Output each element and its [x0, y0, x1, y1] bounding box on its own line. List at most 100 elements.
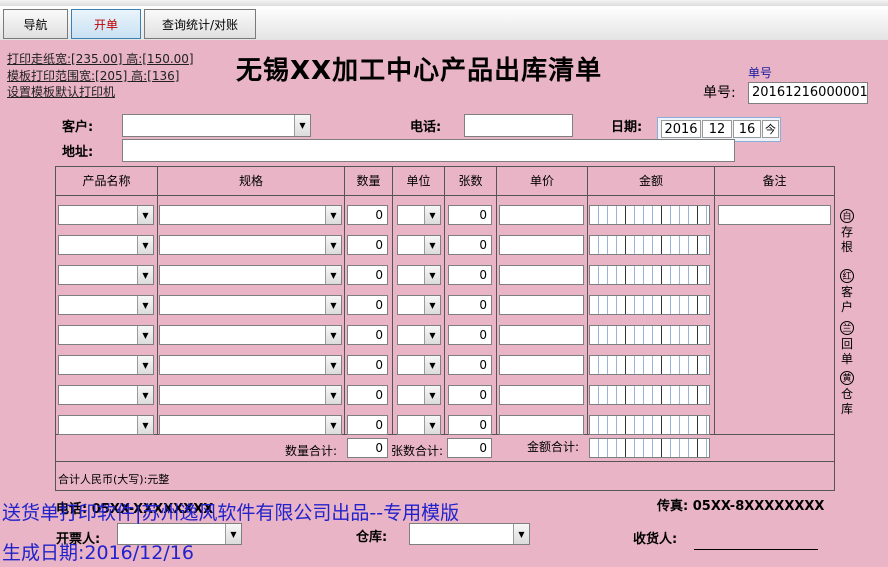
address-field[interactable] — [122, 139, 735, 162]
tab-navigation[interactable]: 导航 — [3, 9, 68, 39]
sheets-field[interactable]: 0 — [448, 265, 492, 285]
chevron-down-icon[interactable]: ▼ — [325, 416, 341, 434]
product-name-select[interactable]: ▼ — [58, 295, 154, 315]
chevron-down-icon[interactable]: ▼ — [325, 296, 341, 314]
phone-field[interactable] — [464, 114, 573, 137]
amount-field[interactable] — [589, 325, 710, 345]
sheets-field[interactable]: 0 — [448, 415, 492, 435]
amount-field[interactable] — [589, 385, 710, 405]
product-name-select[interactable]: ▼ — [58, 205, 154, 225]
qty-field[interactable]: 0 — [347, 205, 388, 225]
sheets-field[interactable]: 0 — [448, 295, 492, 315]
unit-select[interactable]: ▼ — [397, 235, 441, 255]
price-field[interactable] — [499, 205, 584, 225]
spec-select[interactable]: ▼ — [159, 355, 342, 375]
order-no-field[interactable]: 20161216000001 — [748, 82, 868, 104]
unit-select[interactable]: ▼ — [397, 325, 441, 345]
chevron-down-icon[interactable]: ▼ — [137, 356, 153, 374]
default-printer-link[interactable]: 设置模板默认打印机 — [7, 83, 115, 100]
chevron-down-icon[interactable]: ▼ — [325, 236, 341, 254]
product-name-select[interactable]: ▼ — [58, 325, 154, 345]
date-year[interactable]: 2016 — [661, 120, 701, 138]
chevron-down-icon[interactable]: ▼ — [424, 236, 440, 254]
amount-field[interactable] — [589, 235, 710, 255]
chevron-down-icon[interactable]: ▼ — [294, 115, 310, 136]
spec-select[interactable]: ▼ — [159, 265, 342, 285]
product-name-select[interactable]: ▼ — [58, 265, 154, 285]
chevron-down-icon[interactable]: ▼ — [137, 386, 153, 404]
sheets-total-field[interactable]: 0 — [447, 438, 492, 458]
unit-select[interactable]: ▼ — [397, 415, 441, 435]
chevron-down-icon[interactable]: ▼ — [325, 386, 341, 404]
amount-field[interactable] — [589, 265, 710, 285]
price-field[interactable] — [499, 415, 584, 435]
chevron-down-icon[interactable]: ▼ — [137, 416, 153, 434]
tab-create-order[interactable]: 开单 — [71, 9, 141, 39]
qty-field[interactable]: 0 — [347, 295, 388, 315]
print-range-link[interactable]: 模板打印范围宽:[205] 高:[136] — [7, 67, 179, 84]
warehouse-select[interactable]: ▼ — [409, 523, 530, 545]
chevron-down-icon[interactable]: ▼ — [137, 326, 153, 344]
remark-field[interactable] — [718, 205, 831, 225]
chevron-down-icon[interactable]: ▼ — [424, 386, 440, 404]
spec-select[interactable]: ▼ — [159, 325, 342, 345]
qty-total-field[interactable]: 0 — [347, 438, 388, 458]
chevron-down-icon[interactable]: ▼ — [325, 266, 341, 284]
price-field[interactable] — [499, 295, 584, 315]
spec-select[interactable]: ▼ — [159, 235, 342, 255]
sheets-field[interactable]: 0 — [448, 205, 492, 225]
price-field[interactable] — [499, 385, 584, 405]
chevron-down-icon[interactable]: ▼ — [225, 524, 241, 544]
price-field[interactable] — [499, 325, 584, 345]
chevron-down-icon[interactable]: ▼ — [424, 296, 440, 314]
amount-field[interactable] — [589, 355, 710, 375]
chevron-down-icon[interactable]: ▼ — [137, 236, 153, 254]
sheets-field[interactable]: 0 — [448, 385, 492, 405]
chevron-down-icon[interactable]: ▼ — [137, 266, 153, 284]
customer-select[interactable]: ▼ — [122, 114, 311, 137]
sheets-field[interactable]: 0 — [448, 355, 492, 375]
today-button[interactable]: 今 — [762, 120, 779, 138]
amount-field[interactable] — [589, 205, 710, 225]
product-name-select[interactable]: ▼ — [58, 355, 154, 375]
chevron-down-icon[interactable]: ▼ — [424, 266, 440, 284]
chevron-down-icon[interactable]: ▼ — [424, 356, 440, 374]
qty-field[interactable]: 0 — [347, 355, 388, 375]
paper-size-link[interactable]: 打印走纸宽:[235.00] 高:[150.00] — [7, 50, 194, 67]
amount-field[interactable] — [589, 295, 710, 315]
qty-field[interactable]: 0 — [347, 265, 388, 285]
chevron-down-icon[interactable]: ▼ — [424, 206, 440, 224]
chevron-down-icon[interactable]: ▼ — [137, 296, 153, 314]
chevron-down-icon[interactable]: ▼ — [325, 206, 341, 224]
chevron-down-icon[interactable]: ▼ — [513, 524, 529, 544]
price-field[interactable] — [499, 355, 584, 375]
qty-field[interactable]: 0 — [347, 235, 388, 255]
price-field[interactable] — [499, 235, 584, 255]
qty-field[interactable]: 0 — [347, 325, 388, 345]
tab-query-statistics[interactable]: 查询统计/对账 — [144, 9, 256, 39]
product-name-select[interactable]: ▼ — [58, 235, 154, 255]
unit-select[interactable]: ▼ — [397, 265, 441, 285]
unit-select[interactable]: ▼ — [397, 385, 441, 405]
sheets-field[interactable]: 0 — [448, 235, 492, 255]
chevron-down-icon[interactable]: ▼ — [325, 326, 341, 344]
product-name-select[interactable]: ▼ — [58, 415, 154, 435]
spec-select[interactable]: ▼ — [159, 385, 342, 405]
spec-select[interactable]: ▼ — [159, 415, 342, 435]
date-day[interactable]: 16 — [733, 120, 761, 138]
qty-field[interactable]: 0 — [347, 385, 388, 405]
chevron-down-icon[interactable]: ▼ — [137, 206, 153, 224]
price-field[interactable] — [499, 265, 584, 285]
spec-select[interactable]: ▼ — [159, 205, 342, 225]
unit-select[interactable]: ▼ — [397, 295, 441, 315]
sheets-field[interactable]: 0 — [448, 325, 492, 345]
date-month[interactable]: 12 — [702, 120, 732, 138]
product-name-select[interactable]: ▼ — [58, 385, 154, 405]
chevron-down-icon[interactable]: ▼ — [424, 416, 440, 434]
amount-total-field[interactable] — [589, 438, 710, 458]
spec-select[interactable]: ▼ — [159, 295, 342, 315]
chevron-down-icon[interactable]: ▼ — [325, 356, 341, 374]
unit-select[interactable]: ▼ — [397, 205, 441, 225]
qty-field[interactable]: 0 — [347, 415, 388, 435]
unit-select[interactable]: ▼ — [397, 355, 441, 375]
